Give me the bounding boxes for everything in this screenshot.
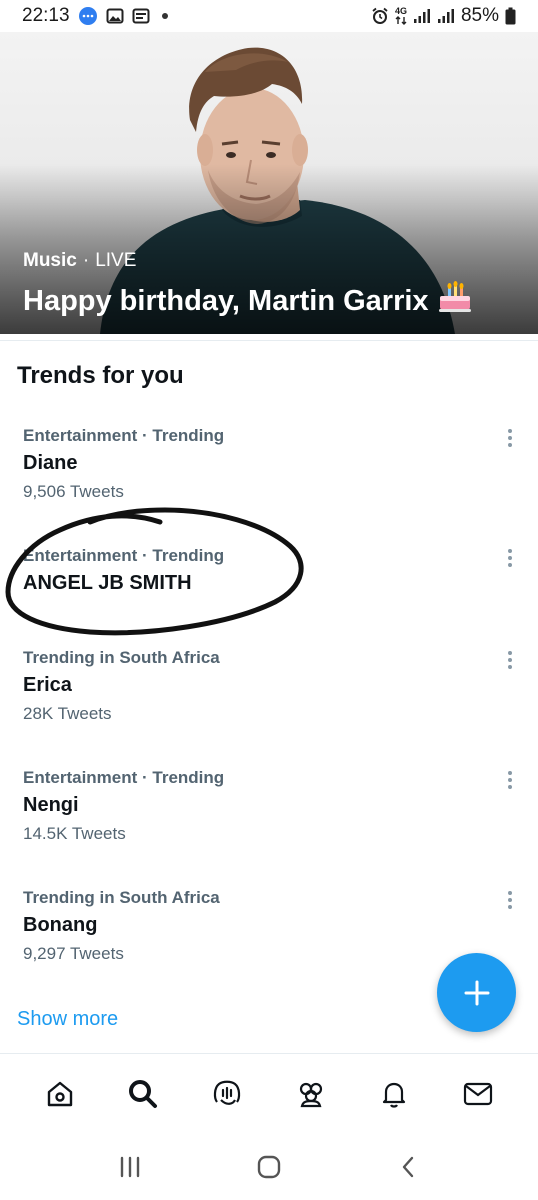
recents-icon <box>120 1156 139 1178</box>
back-icon <box>403 1156 414 1178</box>
trend-context: Entertainment · Trending <box>23 546 225 565</box>
signal-icon <box>413 8 431 24</box>
trend-name: Diane <box>23 452 78 474</box>
system-recents-button[interactable] <box>110 1147 150 1187</box>
status-bar: 22:13 4G 85% <box>0 0 538 32</box>
system-back-button[interactable] <box>388 1147 428 1187</box>
hero-meta: Music · LIVE <box>23 250 136 272</box>
trend-item[interactable]: Trending in South Africa Erica 28K Tweet… <box>0 648 538 758</box>
compose-fab-button[interactable] <box>437 953 516 1032</box>
search-icon <box>129 1080 158 1108</box>
hero-title-row: Happy birthday, Martin Garrix <box>23 280 473 322</box>
gallery-icon <box>106 7 124 25</box>
home-button-icon <box>257 1155 281 1179</box>
nav-messages-button[interactable] <box>458 1074 498 1114</box>
trend-item[interactable]: Entertainment · Trending ANGEL JB SMITH <box>0 546 538 656</box>
hero-title: Happy birthday, Martin Garrix <box>23 284 429 317</box>
dot-icon <box>161 13 168 19</box>
section-divider <box>0 340 538 341</box>
more-options-icon[interactable] <box>500 426 520 450</box>
network-type: 4G <box>394 6 407 16</box>
signal-icon <box>437 8 455 24</box>
spaces-icon <box>214 1080 241 1105</box>
birthday-cake-icon <box>437 280 473 322</box>
messages-icon <box>464 1082 493 1106</box>
trend-context: Trending in South Africa <box>23 648 220 667</box>
nav-search-button[interactable] <box>123 1074 163 1114</box>
hero-separator: · <box>82 250 90 271</box>
section-title: Trends for you <box>17 362 184 389</box>
show-more-link[interactable]: Show more <box>17 1008 118 1031</box>
more-options-icon[interactable] <box>500 768 520 792</box>
messages-icon <box>78 6 98 26</box>
more-options-icon[interactable] <box>500 648 520 672</box>
network-arrows-icon: 4G <box>395 7 407 25</box>
status-time: 22:13 <box>22 5 70 26</box>
more-options-icon[interactable] <box>500 546 520 570</box>
trend-name: Nengi <box>23 794 79 816</box>
battery-icon <box>505 7 516 25</box>
trend-item[interactable]: Entertainment · Trending Diane 9,506 Twe… <box>0 426 538 536</box>
status-right: 4G 85% <box>371 5 516 27</box>
trend-item[interactable]: Entertainment · Trending Nengi 14.5K Twe… <box>0 768 538 878</box>
trend-count: 28K Tweets <box>23 704 112 723</box>
trend-context: Entertainment · Trending <box>23 768 225 787</box>
system-home-button[interactable] <box>249 1147 289 1187</box>
trend-name: Erica <box>23 674 72 696</box>
bottom-nav <box>0 1054 538 1134</box>
news-icon <box>132 7 150 25</box>
trend-context: Trending in South Africa <box>23 888 220 907</box>
communities-icon <box>299 1082 322 1108</box>
home-icon <box>47 1081 73 1107</box>
battery-percent: 85% <box>460 5 499 26</box>
trend-name: ANGEL JB SMITH <box>23 572 192 594</box>
hero-category: Music <box>23 250 77 271</box>
trend-count: 14.5K Tweets <box>23 824 126 843</box>
trend-name: Bonang <box>23 914 98 936</box>
status-left: 22:13 <box>22 5 168 27</box>
trend-count: 9,297 Tweets <box>23 944 124 963</box>
alarm-icon <box>371 7 389 25</box>
hero-status: LIVE <box>95 250 137 271</box>
notifications-icon <box>383 1082 406 1108</box>
trend-count: 9,506 Tweets <box>23 482 124 501</box>
nav-notifications-button[interactable] <box>374 1074 414 1114</box>
hero-banner[interactable]: Music · LIVE Happy birthday, Martin Garr… <box>0 32 538 334</box>
system-nav-bar <box>0 1134 538 1200</box>
nav-spaces-button[interactable] <box>207 1074 247 1114</box>
nav-home-button[interactable] <box>40 1074 80 1114</box>
nav-communities-button[interactable] <box>291 1074 331 1114</box>
trend-context: Entertainment · Trending <box>23 426 225 445</box>
plus-icon <box>464 980 489 1005</box>
more-options-icon[interactable] <box>500 888 520 912</box>
